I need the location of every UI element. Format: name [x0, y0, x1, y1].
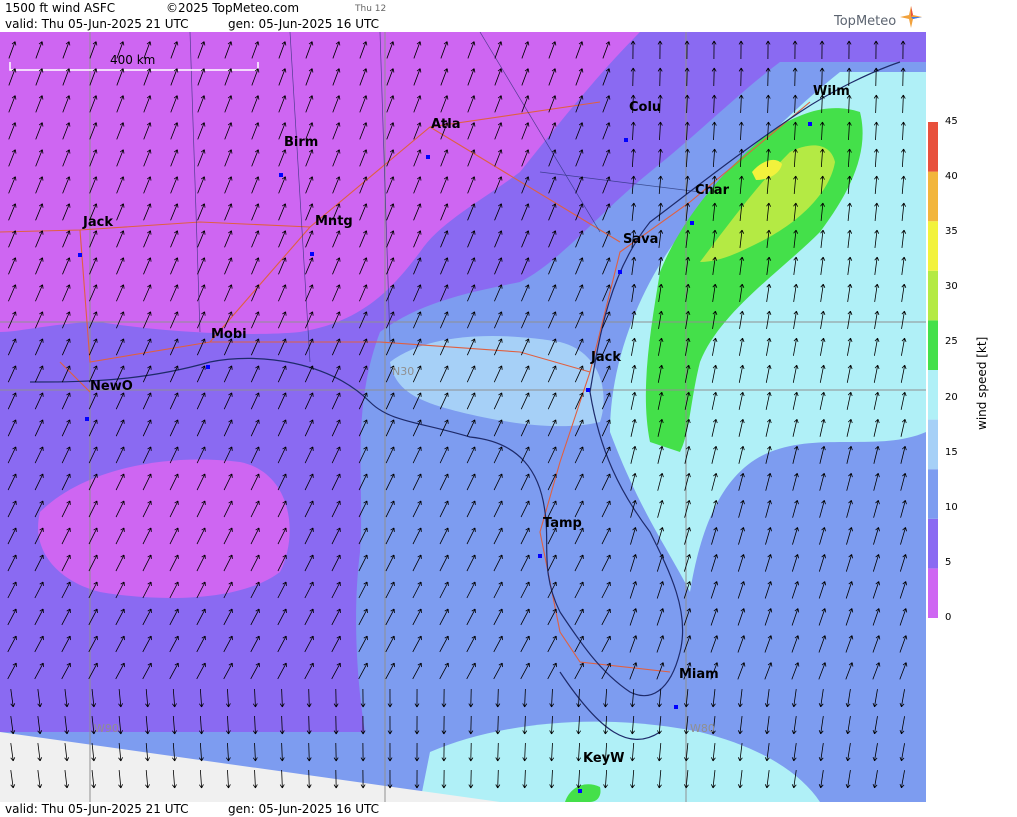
- logo-star-icon: [900, 6, 922, 28]
- footer-valid: valid: Thu 05-Jun-2025 21 UTC: [5, 802, 189, 816]
- legend-tick-label: 10: [945, 501, 958, 513]
- city-marker: [586, 388, 590, 392]
- legend-tick-label: 20: [945, 391, 958, 403]
- legend-swatch: [928, 270, 938, 321]
- city-marker: [808, 122, 812, 126]
- city-label: Char: [695, 183, 729, 198]
- gen-time: gen: 05-Jun-2025 16 UTC: [228, 17, 380, 31]
- day-tab[interactable]: Thu 12: [355, 4, 386, 14]
- legend-swatch: [928, 568, 938, 618]
- city-label: Birm: [284, 135, 319, 150]
- city-marker: [618, 270, 622, 274]
- city-marker: [578, 789, 582, 793]
- city-label: KeyW: [583, 751, 625, 766]
- copyright: ©2025 TopMeteo.com: [166, 1, 300, 15]
- city-label: Miam: [679, 667, 719, 682]
- lon-label-w80: W80: [690, 722, 715, 735]
- legend-title: wind speed [kt]: [975, 336, 989, 430]
- city-label: Atla: [431, 117, 461, 132]
- city-marker: [78, 253, 82, 257]
- city-label: Sava: [623, 232, 659, 247]
- city-marker: [538, 554, 542, 558]
- legend-swatch: [928, 518, 938, 569]
- city-label: NewO: [90, 379, 133, 394]
- city-marker: [690, 221, 694, 225]
- legend-swatch: [928, 370, 938, 420]
- city-marker: [206, 365, 210, 369]
- legend-tick-label: 15: [945, 446, 958, 458]
- header: 1500 ft wind ASFC ©2025 TopMeteo.com Thu…: [0, 0, 926, 32]
- city-marker: [310, 252, 314, 256]
- legend-swatch: [928, 171, 938, 222]
- scale-bar-label: 400 km: [110, 53, 155, 67]
- legend-tick-label: 25: [945, 336, 958, 348]
- footer: valid: Thu 05-Jun-2025 21 UTC gen: 05-Ju…: [0, 802, 926, 817]
- city-marker: [674, 705, 678, 709]
- city-label: Wilm: [813, 84, 850, 99]
- legend-swatch: [928, 469, 938, 519]
- legend-colorbar: [928, 122, 938, 618]
- city-marker: [85, 417, 89, 421]
- city-marker: [426, 155, 430, 159]
- city-label: Mntg: [315, 214, 353, 229]
- city-label: Jack: [591, 350, 621, 365]
- logo-text: TopMeteo: [834, 14, 897, 29]
- valid-time: valid: Thu 05-Jun-2025 21 UTC: [5, 17, 189, 31]
- lon-label-w90: W90: [94, 722, 119, 735]
- legend-swatch: [928, 122, 938, 172]
- footer-gen: gen: 05-Jun-2025 16 UTC: [228, 802, 380, 816]
- legend-swatch: [928, 320, 938, 370]
- legend-tick-label: 5: [945, 556, 952, 568]
- legend-tick-label: 35: [945, 226, 958, 238]
- city-label: Colu: [629, 100, 662, 115]
- legend-tick-label: 45: [945, 116, 958, 127]
- city-label: Mobi: [211, 327, 247, 342]
- legend-tick-label: 30: [945, 281, 958, 293]
- lat-label-n30: N30: [392, 365, 414, 378]
- legend-swatch: [928, 419, 938, 470]
- legend-swatch: [928, 221, 938, 271]
- topmeteo-logo: TopMeteo: [834, 14, 896, 29]
- city-marker: [624, 138, 628, 142]
- city-marker: [279, 173, 283, 177]
- city-label: Tamp: [543, 516, 582, 531]
- legend-tick-label: 40: [945, 171, 958, 183]
- legend-tick-label: 0: [945, 611, 952, 623]
- city-label: Jack: [83, 215, 113, 230]
- product-title: 1500 ft wind ASFC: [5, 1, 116, 15]
- wind-map[interactable]: N30 W90 W80 400 km: [0, 32, 926, 802]
